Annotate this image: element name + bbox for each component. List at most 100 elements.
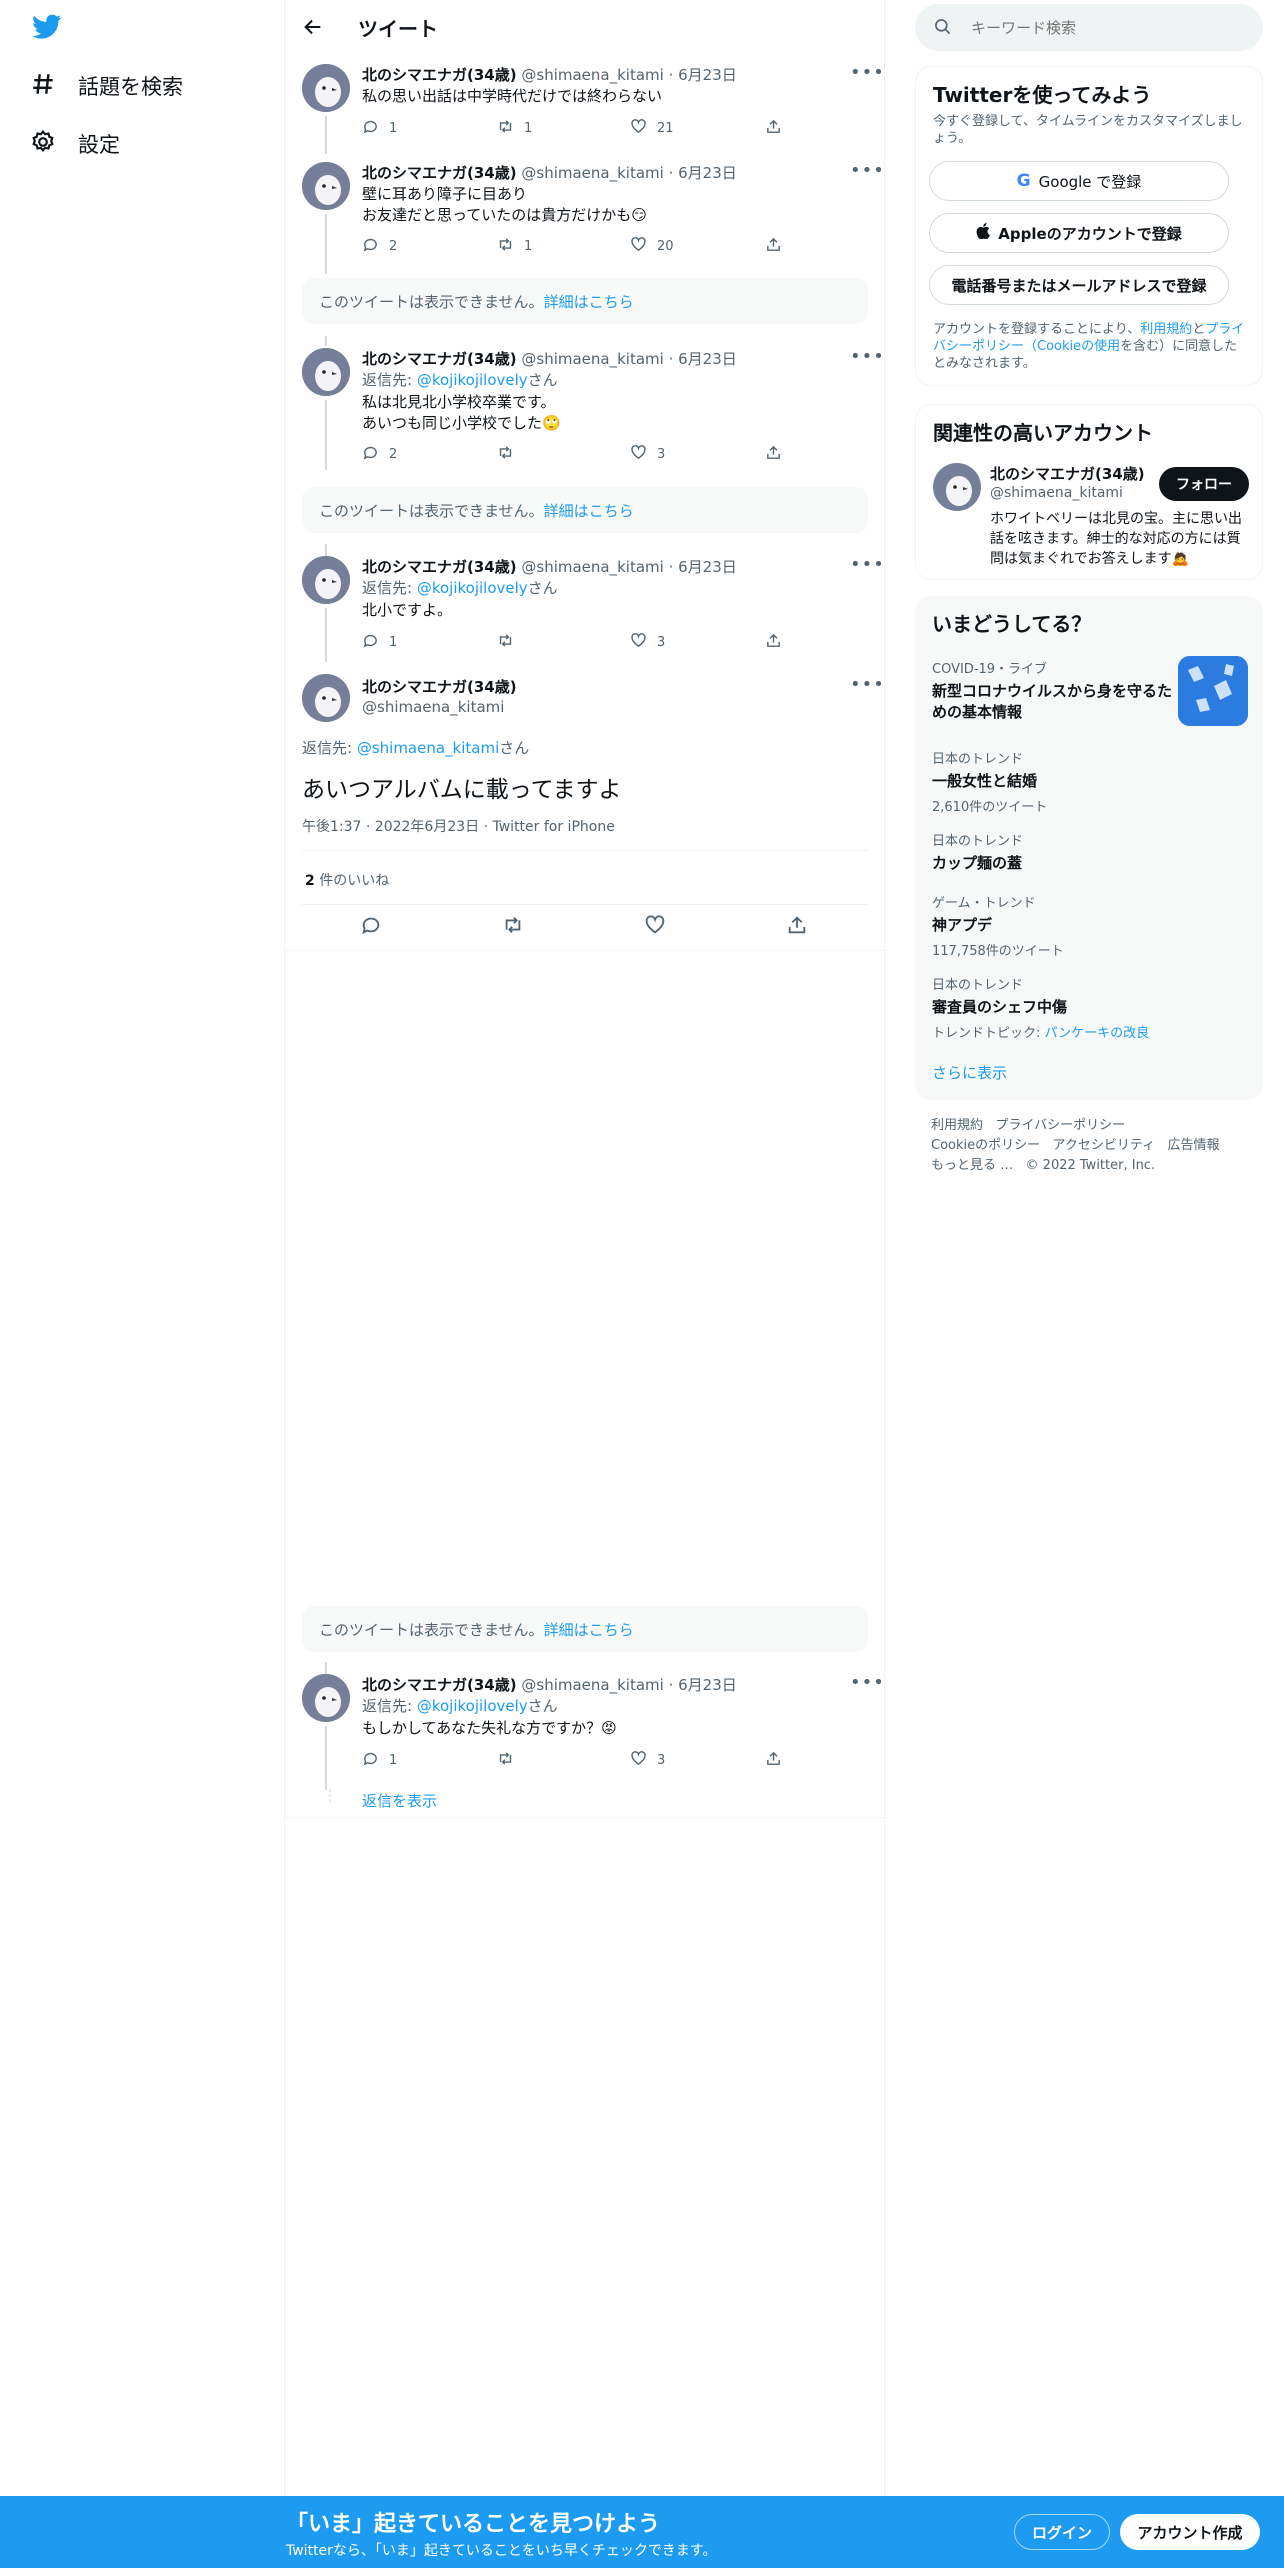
signup-button[interactable]: アカウント作成 <box>1120 2514 1260 2550</box>
avatar[interactable] <box>302 64 350 112</box>
avatar[interactable] <box>302 348 350 396</box>
avatar[interactable] <box>302 674 350 722</box>
login-button[interactable]: ログイン <box>1014 2514 1110 2550</box>
nav-settings-label: 設定 <box>78 133 120 157</box>
footer-accessibility[interactable]: アクセシビリティ <box>1053 1138 1156 1153</box>
details-link[interactable]: 詳細はこちら <box>544 293 634 311</box>
like-button[interactable]: 3 <box>630 1750 665 1771</box>
retweet-icon[interactable] <box>502 914 524 940</box>
nav-explore[interactable]: 話題を検索 <box>30 66 183 106</box>
trend-topic-link[interactable]: パンケーキの改良 <box>1045 1026 1150 1041</box>
search-box[interactable] <box>915 4 1263 51</box>
twitter-logo-icon[interactable] <box>32 14 62 44</box>
more-icon[interactable]: ••• <box>850 554 885 575</box>
retweet-icon <box>497 632 514 653</box>
reply-to-link[interactable]: @kojikojilovely <box>417 579 528 597</box>
back-arrow-icon[interactable] <box>302 16 324 42</box>
tweet-timestamp[interactable]: 午後1:37 · 2022年6月23日 · Twitter for iPhone <box>302 816 615 836</box>
share-button[interactable] <box>765 118 782 139</box>
signup-title: Twitterを使ってみよう <box>933 83 1152 107</box>
retweet-icon <box>497 118 514 139</box>
apple-signup-button[interactable]: Appleのアカウントで登録 <box>929 213 1229 253</box>
tweet[interactable]: 北のシマエナガ(34歳) @shimaena_kitami · 6月23日 ••… <box>285 54 885 154</box>
reply-icon[interactable] <box>360 914 382 940</box>
reply-to-link[interactable]: @kojikojilovely <box>417 371 528 389</box>
trend-item[interactable]: ゲーム・トレンド 神アプデ 117,758件のツイート <box>932 892 1252 959</box>
footer-cookie[interactable]: Cookieのポリシー <box>931 1138 1040 1153</box>
terms-link[interactable]: 利用規約 <box>1140 322 1192 337</box>
tweet[interactable]: 北のシマエナガ(34歳) @shimaena_kitami · 6月23日 ••… <box>285 1662 885 1818</box>
related-handle: @shimaena_kitami <box>990 485 1123 501</box>
phone-signup-button[interactable]: 電話番号またはメールアドレスで登録 <box>929 265 1229 305</box>
trends-card: いまどうしてる？ COVID-19・ライブ 新型コロナウイルスから身を守るための… <box>915 596 1263 1100</box>
retweet-button[interactable]: 1 <box>497 236 532 257</box>
google-signup-button[interactable]: G Google で登録 <box>929 161 1229 201</box>
share-button[interactable] <box>765 444 782 465</box>
tweet-actions: 2 3 <box>362 444 792 464</box>
like-button[interactable]: 20 <box>630 236 674 257</box>
reply-button[interactable]: 2 <box>362 444 397 465</box>
trend-item[interactable]: 日本のトレンド 審査員のシェフ中傷 トレンドトピック: パンケーキの改良 <box>932 974 1252 1041</box>
reply-to-link[interactable]: @kojikojilovely <box>417 1697 528 1715</box>
trend-item[interactable]: 日本のトレンド カップ麺の蓋 <box>932 830 1252 874</box>
like-button[interactable]: 21 <box>630 118 674 139</box>
details-link[interactable]: 詳細はこちら <box>544 1621 634 1639</box>
cookie-link[interactable]: Cookieの使用 <box>1037 339 1120 354</box>
gear-icon <box>30 129 56 160</box>
tweet-author[interactable]: 北のシマエナガ(34歳) @shimaena_kitami · 6月23日 <box>362 556 737 577</box>
show-more-link[interactable]: さらに表示 <box>932 1062 1007 1083</box>
footer-ads[interactable]: 広告情報 <box>1168 1138 1220 1153</box>
reply-to-link[interactable]: @shimaena_kitami <box>357 739 499 757</box>
more-icon[interactable]: ••• <box>850 346 885 367</box>
avatar[interactable] <box>302 1674 350 1722</box>
tweet-actions: 1 1 21 <box>362 118 792 138</box>
banner-title: 「いま」起きていることを見つけよう <box>286 2512 661 2537</box>
footer-privacy[interactable]: プライバシーポリシー <box>995 1118 1125 1133</box>
trend-item[interactable]: 日本のトレンド 一般女性と結婚 2,610件のツイート <box>932 748 1252 815</box>
more-icon[interactable]: ••• <box>850 1672 885 1693</box>
tweet-author[interactable]: 北のシマエナガ(34歳) @shimaena_kitami · 6月23日 <box>362 1674 737 1695</box>
reply-icon <box>362 632 379 653</box>
follow-button[interactable]: フォロー <box>1159 467 1249 501</box>
related-accounts-card: 関連性の高いアカウント 北のシマエナガ(34歳) @shimaena_kitam… <box>915 404 1263 580</box>
retweet-button[interactable] <box>497 632 524 653</box>
like-button[interactable]: 3 <box>630 444 665 465</box>
reply-button[interactable]: 1 <box>362 118 397 139</box>
heart-icon[interactable] <box>644 914 666 940</box>
share-button[interactable] <box>765 1750 782 1771</box>
retweet-button[interactable]: 1 <box>497 118 532 139</box>
covid-thumbnail[interactable] <box>1178 656 1248 726</box>
retweet-button[interactable] <box>497 444 524 465</box>
tweet-author[interactable]: 北のシマエナガ(34歳) @shimaena_kitami · 6月23日 <box>362 348 737 369</box>
tweet[interactable]: 北のシマエナガ(34歳) @shimaena_kitami · 6月23日 ••… <box>285 544 885 662</box>
search-input[interactable] <box>969 4 1249 51</box>
likes-count[interactable]: 2 件のいいね <box>305 870 389 890</box>
tweet-author[interactable]: 北のシマエナガ(34歳) @shimaena_kitami · 6月23日 <box>362 162 737 183</box>
avatar[interactable] <box>302 162 350 210</box>
tweet[interactable]: 北のシマエナガ(34歳) @shimaena_kitami · 6月23日 ••… <box>285 154 885 274</box>
show-replies-link[interactable]: 返信を表示 <box>362 1790 437 1811</box>
retweet-button[interactable] <box>497 1750 524 1771</box>
reply-button[interactable]: 1 <box>362 1750 397 1771</box>
nav-settings[interactable]: 設定 <box>30 124 120 164</box>
avatar[interactable] <box>933 463 981 511</box>
related-name[interactable]: 北のシマエナガ(34歳) <box>990 463 1145 484</box>
like-button[interactable]: 3 <box>630 632 665 653</box>
share-icon[interactable] <box>786 914 808 940</box>
footer-more[interactable]: もっと見る … <box>931 1158 1013 1173</box>
more-icon[interactable]: ••• <box>850 160 885 181</box>
tweet[interactable]: 北のシマエナガ(34歳) @shimaena_kitami · 6月23日 ••… <box>285 336 885 470</box>
tweet-author[interactable]: 北のシマエナガ(34歳) @shimaena_kitami · 6月23日 <box>362 64 737 85</box>
details-link[interactable]: 詳細はこちら <box>544 502 634 520</box>
tweet-author[interactable]: 北のシマエナガ(34歳) <box>362 676 517 697</box>
reply-button[interactable]: 2 <box>362 236 397 257</box>
share-button[interactable] <box>765 632 782 653</box>
reply-icon <box>362 236 379 257</box>
more-icon[interactable]: ••• <box>850 62 885 83</box>
footer-terms[interactable]: 利用規約 <box>931 1118 983 1133</box>
hidden-tweet-notice: このツイートは表示できません。詳細はこちら <box>302 487 868 533</box>
share-button[interactable] <box>765 236 782 257</box>
avatar[interactable] <box>302 556 350 604</box>
reply-button[interactable]: 1 <box>362 632 397 653</box>
more-icon[interactable]: ••• <box>850 674 885 695</box>
